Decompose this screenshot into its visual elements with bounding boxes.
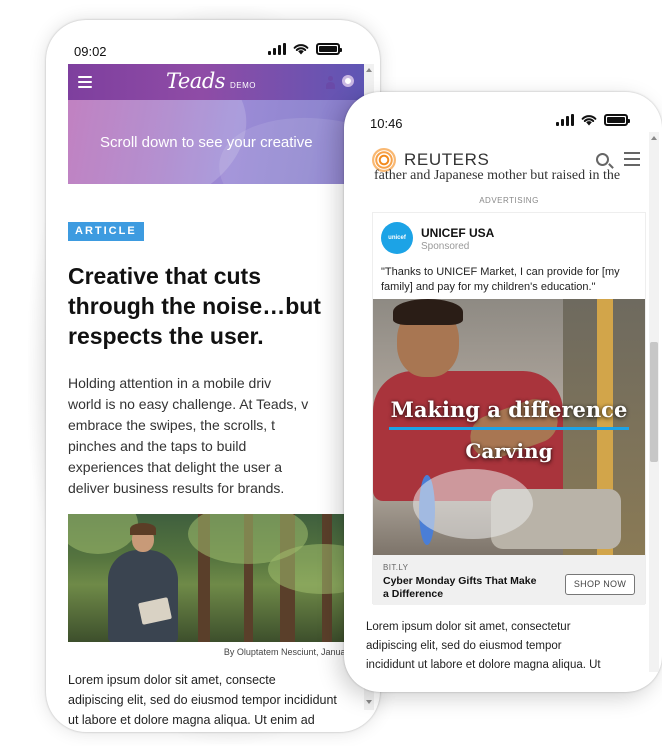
article-title: Creative that cuts through the noise…but…	[68, 263, 321, 349]
wifi-icon	[581, 115, 597, 126]
ad-card[interactable]: unicef UNICEF USA Sponsored "Thanks to U…	[372, 212, 646, 605]
coin-icon[interactable]	[342, 75, 354, 87]
hero-text: Scroll down to see your creative	[100, 134, 313, 151]
advertising-label: ADVERTISING	[479, 196, 539, 205]
status-icons	[268, 42, 342, 55]
phone-front: 10:46 REUTERS father and Japanese mother…	[344, 92, 662, 692]
battery-icon	[604, 114, 630, 126]
teads-logo[interactable]: Teads	[166, 69, 226, 93]
article-text-top: father and Japanese mother but raised in…	[374, 168, 621, 183]
hero-banner: Scroll down to see your creative	[68, 100, 368, 184]
battery-icon	[316, 43, 342, 55]
demo-label: DEMO	[230, 81, 256, 90]
status-bar: 09:02	[46, 20, 380, 64]
article-badge: ARTICLE	[68, 222, 144, 241]
user-icon[interactable]	[324, 74, 337, 88]
ad-brand-name[interactable]: UNICEF USA	[421, 226, 494, 240]
unicef-logo[interactable]: unicef	[381, 222, 413, 254]
status-icons	[556, 113, 630, 126]
scrollbar[interactable]	[649, 132, 659, 672]
photo-caption: By Oluptatem Nesciunt, January 16,	[223, 647, 368, 657]
article-lorem: Lorem ipsum dolor sit amet, consectetur …	[366, 621, 601, 671]
search-icon[interactable]	[596, 153, 609, 166]
ad-footer: BIT.LY Cyber Monday Gifts That Make a Di…	[373, 555, 645, 605]
sponsored-label: Sponsored	[421, 241, 470, 252]
shop-now-button[interactable]: SHOP NOW	[565, 574, 635, 595]
status-time: 10:46	[370, 116, 403, 131]
ad-video-creative[interactable]: Making a difference Carving	[373, 299, 645, 555]
ad-domain: BIT.LY	[383, 563, 409, 572]
ad-cta-title[interactable]: Cyber Monday Gifts That Make a Differenc…	[383, 575, 563, 601]
signal-icon	[268, 43, 286, 55]
article-lorem: Lorem ipsum dolor sit amet, consecte adi…	[68, 673, 337, 727]
scrollbar-thumb[interactable]	[650, 342, 658, 462]
hamburger-menu-icon[interactable]	[78, 76, 92, 88]
status-time: 09:02	[74, 44, 107, 59]
ad-headline: Making a difference	[390, 397, 628, 422]
ad-divider	[389, 427, 629, 430]
menu-icon[interactable]	[624, 152, 640, 166]
ad-subheadline: Carving	[465, 439, 553, 463]
ad-quote: "Thanks to UNICEF Market, I can provide …	[381, 266, 620, 293]
signal-icon	[556, 114, 574, 126]
top-nav: Teads DEMO	[68, 64, 368, 100]
article-photo	[68, 514, 368, 642]
phone-back: 09:02 Teads DEMO Scroll down to see your…	[46, 20, 380, 732]
article-body: Holding attention in a mobile driv world…	[68, 375, 309, 496]
wifi-icon	[293, 44, 309, 55]
reuters-wordmark[interactable]: REUTERS	[404, 150, 489, 170]
